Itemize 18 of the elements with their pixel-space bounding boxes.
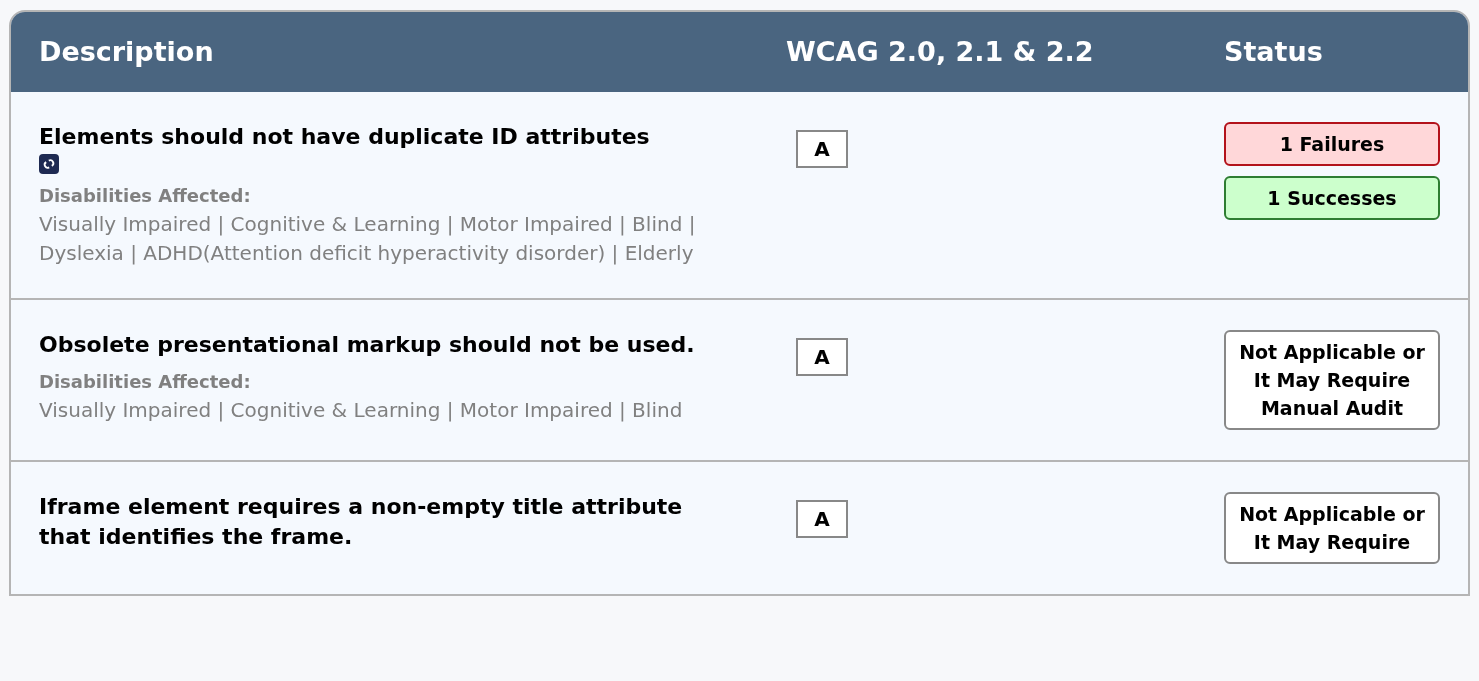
rule-title: Obsolete presentational markup should not be used. [39,331,696,359]
disabilities-list: Visually Impaired | Cognitive & Learning | Motor Impaired | Blind | Dyslexia | ADHD(Attention deficit hyperactivity disorder) | Elderly [39,210,736,268]
status-badge: 1 Failures [1224,122,1440,166]
disabilities-label: Disabilities Affected: [39,370,252,394]
column-header: WCAG 2.0, 2.1 & 2.2 [785,34,1095,69]
column-header: Description [38,34,215,69]
column-header: Status [1223,34,1324,69]
rule-title: Elements should not have duplicate ID attributes [39,123,651,151]
link-icon[interactable] [39,154,59,174]
status-badge: Not Applicable or It May Require Manual Audit [1224,330,1440,430]
status-badge: Not Applicable or It May Require [1224,492,1440,564]
disabilities-label: Disabilities Affected: [39,184,252,208]
level-badge: A [796,500,848,538]
status-badge: 1 Successes [1224,176,1440,220]
rule-title: Iframe element requires a non-empty title attribute that identifies the frame. [39,493,684,551]
level-badge: A [796,130,848,168]
disabilities-list: Visually Impaired | Cognitive & Learning | Motor Impaired | Blind [39,396,736,425]
level-badge: A [796,338,848,376]
